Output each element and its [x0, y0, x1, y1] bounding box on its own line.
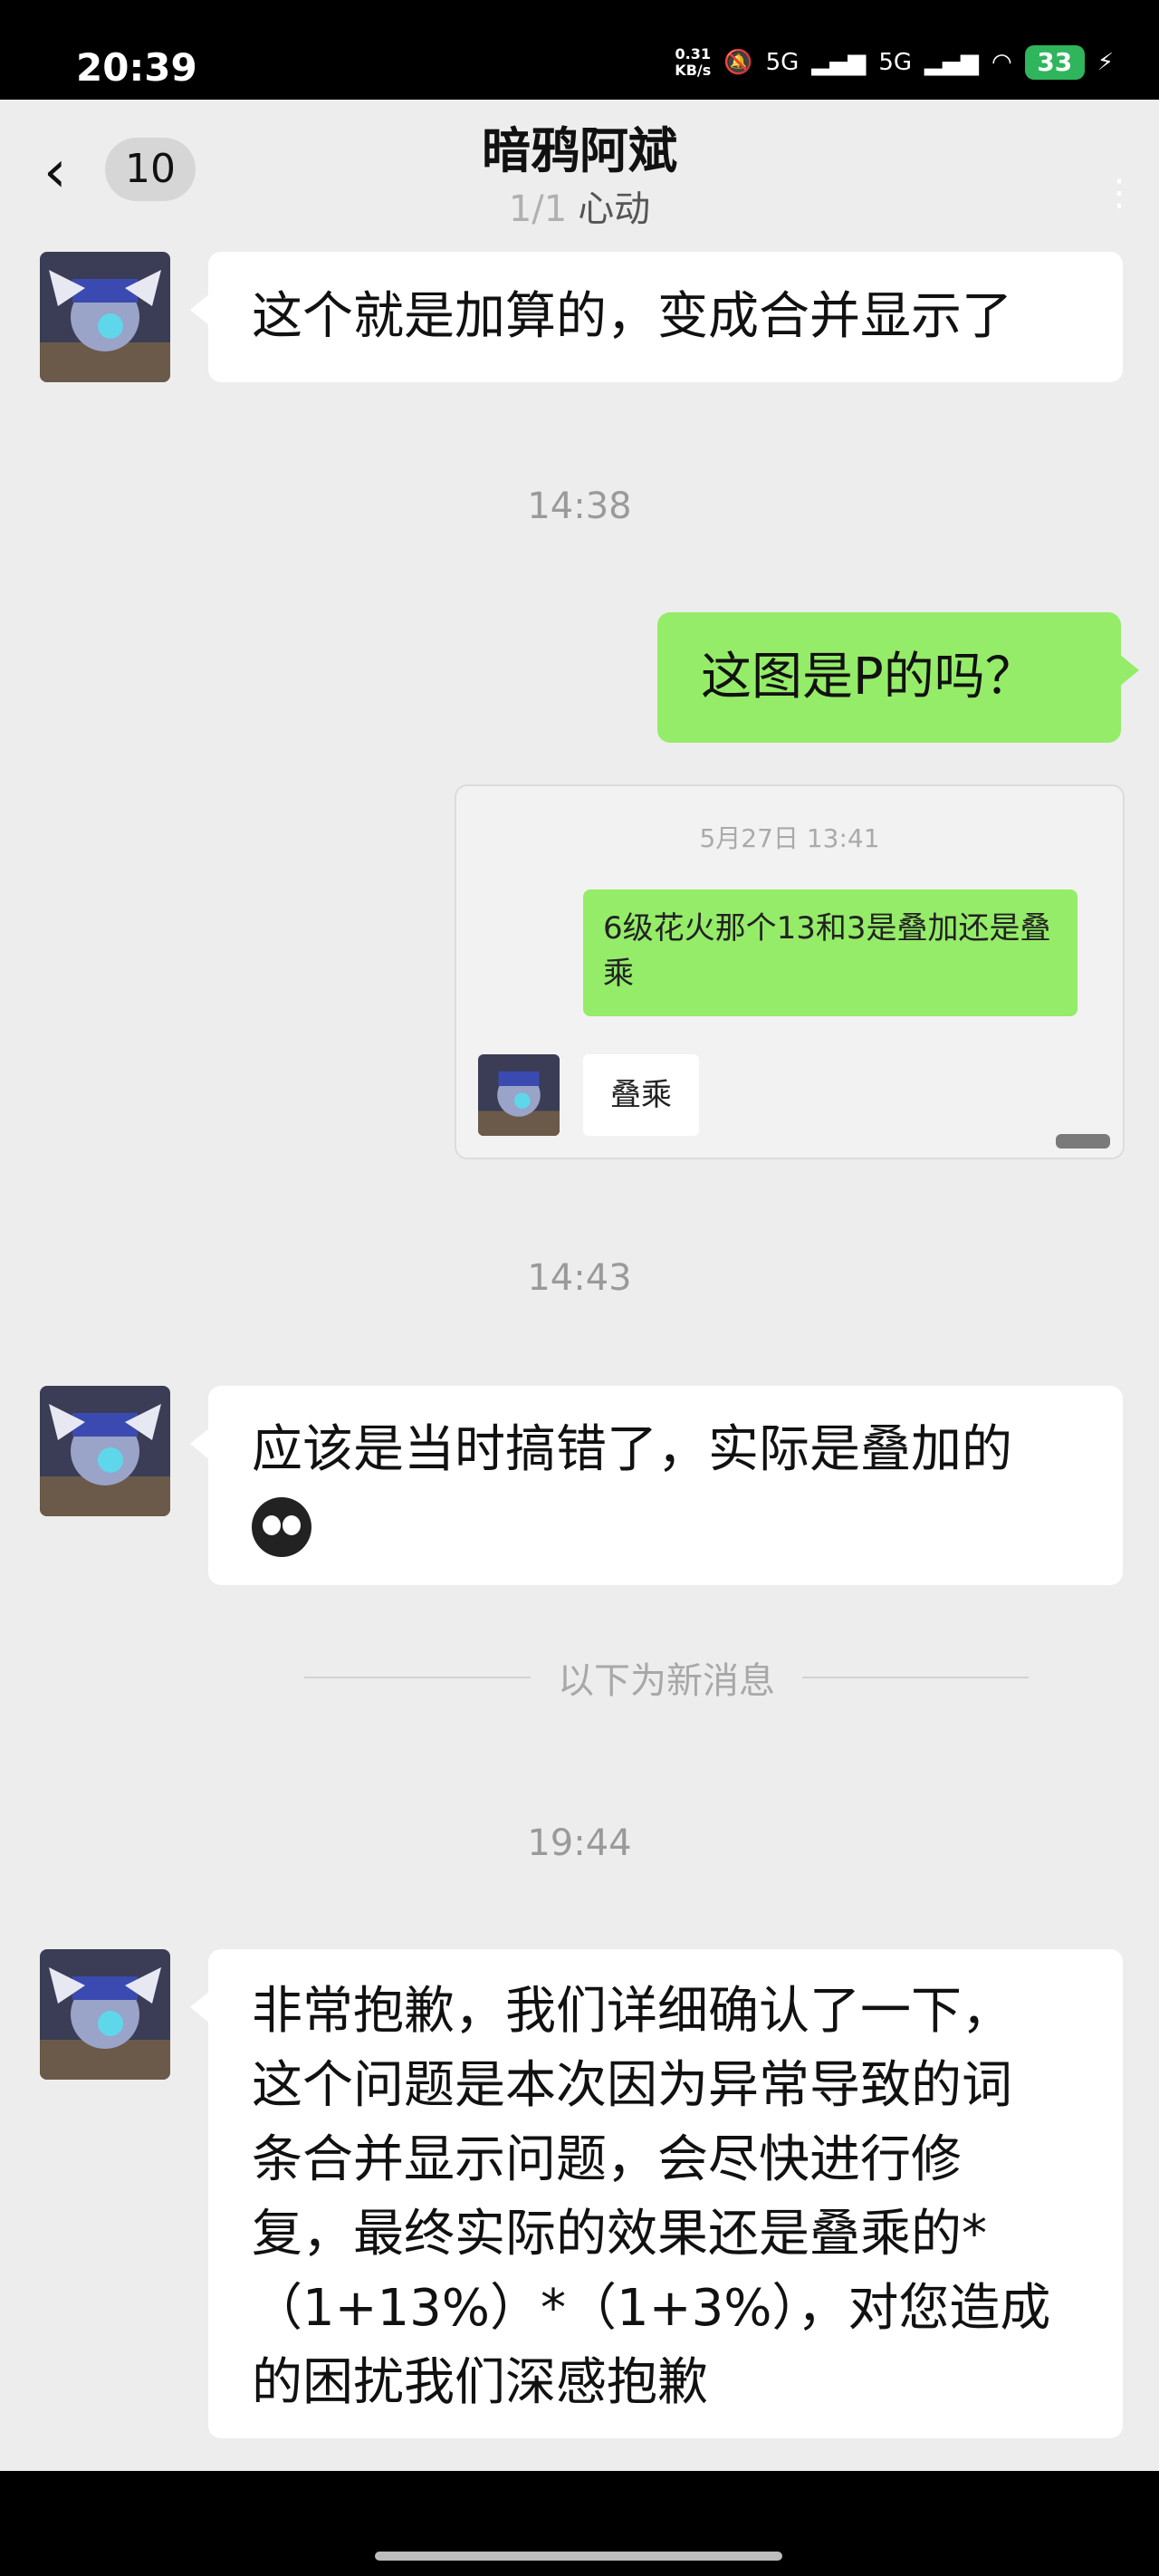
- new-messages-divider: 以下为新消息: [304, 1650, 1029, 1705]
- image-inner-time: 5月27日 13:41: [699, 823, 880, 853]
- image-watermark: [1056, 1134, 1110, 1149]
- page-indicator: 1/1: [508, 188, 568, 230]
- chat-subtitle: 心动: [578, 188, 651, 230]
- message-bubble[interactable]: 这个就是加算的，变成合并显示了: [190, 252, 1123, 382]
- avatar[interactable]: [40, 1949, 170, 2080]
- network-speed: 0.31 KB/s: [675, 45, 712, 79]
- image-inner-avatar: [478, 1054, 560, 1136]
- chat-subtitle-row: 1/1 心动: [0, 179, 1159, 232]
- chat-header: ‹ 10 暗鸦阿斌 1/1 心动 ⋮: [0, 100, 1159, 245]
- message-line: 条合并显示问题，会尽快进行修: [252, 2130, 962, 2189]
- signal-5g-2: 5G: [878, 49, 913, 76]
- avatar-image: [40, 1386, 170, 1516]
- message-line: 非常抱歉，我们详细确认了一下，: [252, 1982, 1012, 2041]
- image-inner-question: 6级花火那个13和3是叠加还是叠乘: [583, 889, 1078, 1016]
- signal-bars-icon-2: ▂▄▆: [924, 49, 980, 76]
- home-indicator[interactable]: [375, 2552, 782, 2561]
- message-line: 复，最终实际的效果还是叠乘的*: [252, 2205, 987, 2264]
- wifi-icon: ◠: [991, 49, 1012, 76]
- more-vertical-icon[interactable]: ⋮: [1101, 172, 1137, 217]
- message-bubble[interactable]: 非常抱歉，我们详细确认了一下， 这个问题是本次因为异常导致的词 条合并显示问题，…: [190, 1949, 1123, 2438]
- message-bubble[interactable]: 应该是当时搞错了，实际是叠加的: [190, 1386, 1123, 1585]
- message-text: 应该是当时搞错了，实际是叠加的: [252, 1420, 1012, 1479]
- image-inner-reply: 叠乘: [583, 1054, 699, 1136]
- avatar[interactable]: [40, 1386, 170, 1516]
- chat-title: 暗鸦阿斌: [482, 122, 677, 179]
- message-line: （1+13%）*（1+3%），对您造成: [252, 2279, 1051, 2338]
- image-message[interactable]: 5月27日 13:41 6级花火那个13和3是叠加还是叠乘 叠乘: [455, 784, 1125, 1159]
- message-bubble-self[interactable]: 这图是P的吗？: [657, 612, 1139, 743]
- message-text: 这个就是加算的，变成合并显示了: [252, 287, 1012, 346]
- message-line: 这个问题是本次因为异常导致的词: [252, 2056, 1012, 2115]
- message-timestamp: 14:38: [527, 485, 632, 527]
- status-bar: 20:39 0.31 KB/s 🔕 5G ▂▄▆ 5G ▂▄▆ ◠ 33 ⚡: [0, 0, 1159, 100]
- message-timestamp: 14:43: [527, 1257, 632, 1299]
- mute-bell-icon: 🔕: [723, 49, 753, 76]
- message-text: 这图是P的吗？: [701, 648, 1036, 706]
- message-timestamp: 19:44: [527, 1822, 632, 1864]
- message-line: 的困扰我们深感抱歉: [252, 2353, 708, 2412]
- crying-face-emoji: [252, 1496, 311, 1557]
- avatar-image: [40, 252, 170, 382]
- battery-indicator: 33: [1024, 45, 1085, 80]
- avatar-image: [40, 1949, 170, 2080]
- status-icons: 0.31 KB/s 🔕 5G ▂▄▆ 5G ▂▄▆ ◠ 33 ⚡: [675, 45, 1114, 80]
- signal-bars-icon: ▂▄▆: [811, 49, 867, 76]
- divider-text: 以下为新消息: [558, 1660, 775, 1702]
- charging-icon: ⚡: [1097, 49, 1114, 76]
- signal-5g-1: 5G: [765, 49, 800, 76]
- status-time: 20:39: [76, 45, 197, 90]
- avatar[interactable]: [40, 252, 170, 382]
